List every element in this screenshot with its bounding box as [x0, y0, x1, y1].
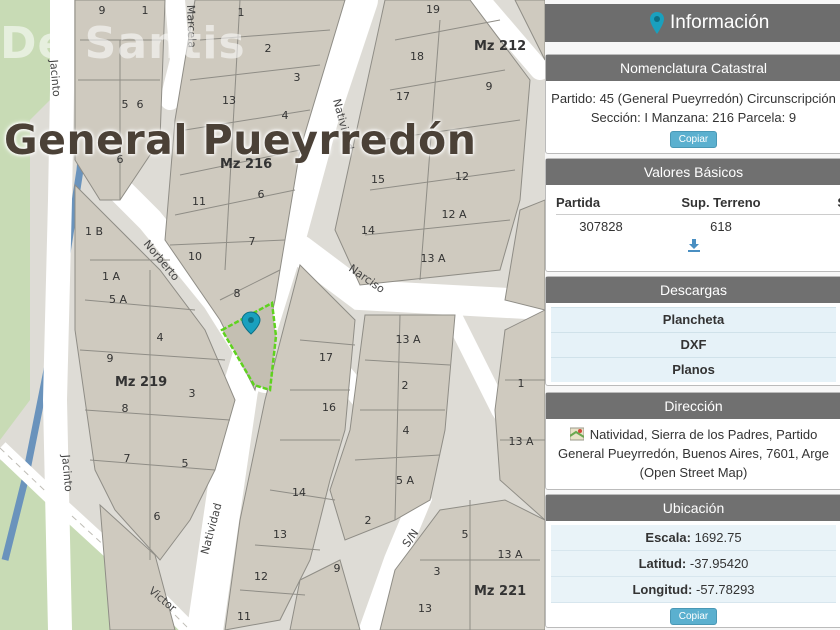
- descargas-title: Descargas: [546, 277, 840, 303]
- escala-row: Escala: 1692.75: [551, 525, 836, 551]
- lot-label: 19: [426, 3, 440, 16]
- lot-label: 5: [182, 457, 189, 470]
- lot-label: 13 A: [420, 252, 445, 265]
- plancheta-link[interactable]: Plancheta: [551, 307, 836, 332]
- lot-label: 13 A: [395, 333, 420, 346]
- direccion-line2: General Pueyrredón, Buenos Aires, 7601, …: [557, 446, 829, 461]
- lot-label: 12: [254, 570, 268, 583]
- lot-label: 2: [265, 42, 272, 55]
- lot-label: 5: [462, 528, 469, 541]
- direccion-line3[interactable]: (Open Street Map): [546, 463, 840, 482]
- manzana-label: Mz 221: [474, 584, 526, 599]
- lot-label: 16: [322, 401, 336, 414]
- lot-label: 3: [434, 565, 441, 578]
- latitud-row: Latitud: -37.95420: [551, 551, 836, 577]
- lot-label: 5 A: [109, 293, 127, 306]
- valores-header-s: S: [796, 191, 840, 215]
- lot-label: 1 A: [102, 270, 120, 283]
- map-icon: [569, 427, 585, 441]
- valores-table: Partida Sup. Terreno S 307828 618: [556, 191, 840, 238]
- lot-label: 6: [154, 510, 161, 523]
- lot-label: 13 A: [497, 548, 522, 561]
- latitud-label: Latitud:: [638, 556, 687, 571]
- lot-label: 7: [124, 452, 131, 465]
- lot-label: 1: [142, 4, 149, 17]
- lot-label: 5: [122, 98, 129, 111]
- lot-label: 3: [189, 387, 196, 400]
- latitud-value: -37.95420: [689, 556, 749, 571]
- info-header-title: Información: [670, 12, 770, 33]
- direccion-line1-row: Natividad, Sierra de los Padres, Partido: [546, 425, 840, 444]
- longitud-value: -57.78293: [695, 582, 755, 597]
- descargas-card: Descargas Plancheta DXF Planos: [545, 276, 840, 386]
- escala-value: 1692.75: [694, 530, 742, 545]
- lot-label: 4: [403, 424, 410, 437]
- lot-label: 10: [188, 250, 202, 263]
- dxf-link[interactable]: DXF: [551, 332, 836, 357]
- copy-nomenclatura-button[interactable]: Copiar: [669, 131, 718, 148]
- lot-label: 9: [107, 352, 114, 365]
- valores-partida: 307828: [579, 219, 623, 234]
- info-panel: Información Nomenclatura Catastral Parti…: [545, 0, 840, 630]
- lot-label: 13: [418, 602, 432, 615]
- manzana-label: Mz 219: [115, 375, 167, 390]
- copy-ubicacion-button[interactable]: Copiar: [669, 608, 718, 625]
- lot-label: 4: [157, 331, 164, 344]
- longitud-row: Longitud: -57.78293: [551, 577, 836, 603]
- lot-label: 14: [292, 486, 306, 499]
- info-header: Información: [545, 4, 840, 42]
- ubicacion-title: Ubicación: [546, 495, 840, 521]
- lot-label: 8: [234, 287, 241, 300]
- lot-label: 2: [402, 379, 409, 392]
- lot-label: 13: [273, 528, 287, 541]
- lot-label: 18: [410, 50, 424, 63]
- lot-label: 1: [518, 377, 525, 390]
- lot-label: 17: [396, 90, 410, 103]
- lot-label: 9: [99, 4, 106, 17]
- lot-label: 2: [365, 514, 372, 527]
- longitud-label: Longitud:: [632, 582, 693, 597]
- lot-label: 12 A: [441, 208, 466, 221]
- valores-header-sup-terreno: Sup. Terreno: [646, 191, 796, 215]
- lot-label: 9: [334, 562, 341, 575]
- lot-label: 8: [122, 402, 129, 415]
- manzana-label: Mz 212: [474, 39, 526, 54]
- nomenclatura-card: Nomenclatura Catastral Partido: 45 (Gene…: [545, 54, 840, 154]
- nomenclatura-line2: Sección: I Manzana: 216 Parcela: 9: [590, 110, 797, 125]
- map-canvas[interactable]: 1 19 18 17 15 14 13 11 10 9 8 7 6 5 4 3 …: [0, 0, 545, 630]
- map-pin-icon: [650, 12, 664, 34]
- lot-label: 11: [192, 195, 206, 208]
- lot-label: 1 B: [85, 225, 103, 238]
- nomenclatura-line1: Partido: 45 (General Pueyrredón) Circuns…: [551, 91, 836, 106]
- valores-title: Valores Básicos: [546, 159, 840, 185]
- escala-label: Escala:: [645, 530, 691, 545]
- direccion-line1: Natividad, Sierra de los Padres, Partido: [589, 427, 818, 442]
- lot-label: 15: [371, 173, 385, 186]
- lot-label: 14: [361, 224, 375, 237]
- planos-link[interactable]: Planos: [551, 357, 836, 382]
- direccion-title: Dirección: [546, 393, 840, 419]
- lot-label: 11: [237, 610, 251, 623]
- valores-card: Valores Básicos Partida Sup. Terreno S 3…: [545, 158, 840, 272]
- lot-label: 12: [455, 170, 469, 183]
- lot-label: 6: [258, 188, 265, 201]
- lot-label: 9: [486, 80, 493, 93]
- map-region-title: General Pueyrredón: [4, 116, 477, 164]
- watermark: De Santis: [0, 18, 246, 69]
- valores-header-partida: Partida: [556, 191, 646, 215]
- ubicacion-card: Ubicación Escala: 1692.75 Latitud: -37.9…: [545, 494, 840, 628]
- lot-label: 17: [319, 351, 333, 364]
- lot-label: 13: [222, 94, 236, 107]
- map-view[interactable]: 1 19 18 17 15 14 13 11 10 9 8 7 6 5 4 3 …: [0, 0, 545, 630]
- lot-label: 6: [137, 98, 144, 111]
- direccion-card: Dirección Natividad, Sierra de los Padre…: [545, 392, 840, 490]
- nomenclatura-title: Nomenclatura Catastral: [546, 55, 840, 81]
- download-icon[interactable]: [687, 238, 701, 252]
- lot-label: 5 A: [396, 474, 414, 487]
- lot-label: 13 A: [508, 435, 533, 448]
- valores-sup-terreno: 618: [710, 219, 732, 234]
- lot-label: 7: [249, 235, 256, 248]
- lot-label: 3: [294, 71, 301, 84]
